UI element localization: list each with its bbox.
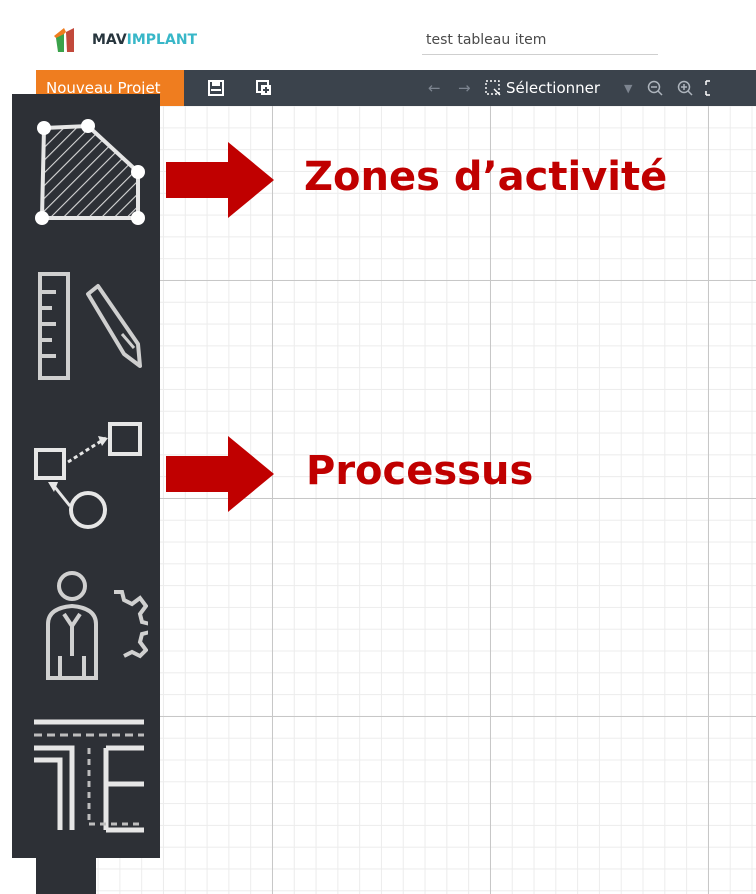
activity-zone-polygon-icon — [35, 119, 145, 225]
corridor-layout-icon — [34, 719, 144, 833]
ruler-pencil-icon — [38, 272, 142, 380]
duplicate-icon[interactable] — [254, 78, 274, 98]
fit-screen-icon[interactable] — [704, 79, 720, 97]
measure-draw-tool[interactable] — [30, 264, 148, 384]
brand-name-part2: IMPLANT — [126, 32, 198, 48]
zones-activity-label: Zones d’activité — [304, 154, 668, 200]
zoom-in-icon[interactable] — [676, 79, 694, 97]
annotation-arrow-right-icon — [166, 436, 274, 512]
mavimplant-logo — [54, 28, 74, 52]
brand-name-part1: MAV — [92, 32, 127, 48]
resources-tool[interactable] — [30, 566, 152, 686]
panel-bottom-stub — [36, 858, 96, 894]
redo-arrow-right-icon[interactable]: → — [458, 79, 471, 97]
annotation-arrow-right-icon — [166, 142, 274, 218]
brand-name: MAVIMPLANT — [92, 32, 197, 48]
selection-marquee-icon — [485, 80, 501, 96]
process-tool[interactable] — [30, 416, 148, 536]
circulation-tool[interactable] — [30, 714, 148, 834]
undo-arrow-left-icon[interactable]: ← — [428, 79, 441, 97]
process-flow-icon — [34, 422, 142, 529]
select-mode-dropdown[interactable]: Sélectionner — [506, 79, 600, 97]
activity-zone-tool[interactable] — [30, 110, 148, 230]
project-name-field[interactable]: test tableau item — [426, 32, 546, 48]
zoom-out-icon[interactable] — [646, 79, 664, 97]
app-header: MAVIMPLANT test tableau item — [36, 0, 756, 70]
project-name-underline — [422, 54, 658, 55]
select-chevron-down-icon[interactable]: ▼ — [624, 82, 632, 95]
process-label: Processus — [306, 448, 534, 494]
save-icon[interactable] — [206, 78, 226, 98]
tool-sidepanel — [12, 94, 160, 858]
person-gear-icon — [46, 571, 152, 680]
